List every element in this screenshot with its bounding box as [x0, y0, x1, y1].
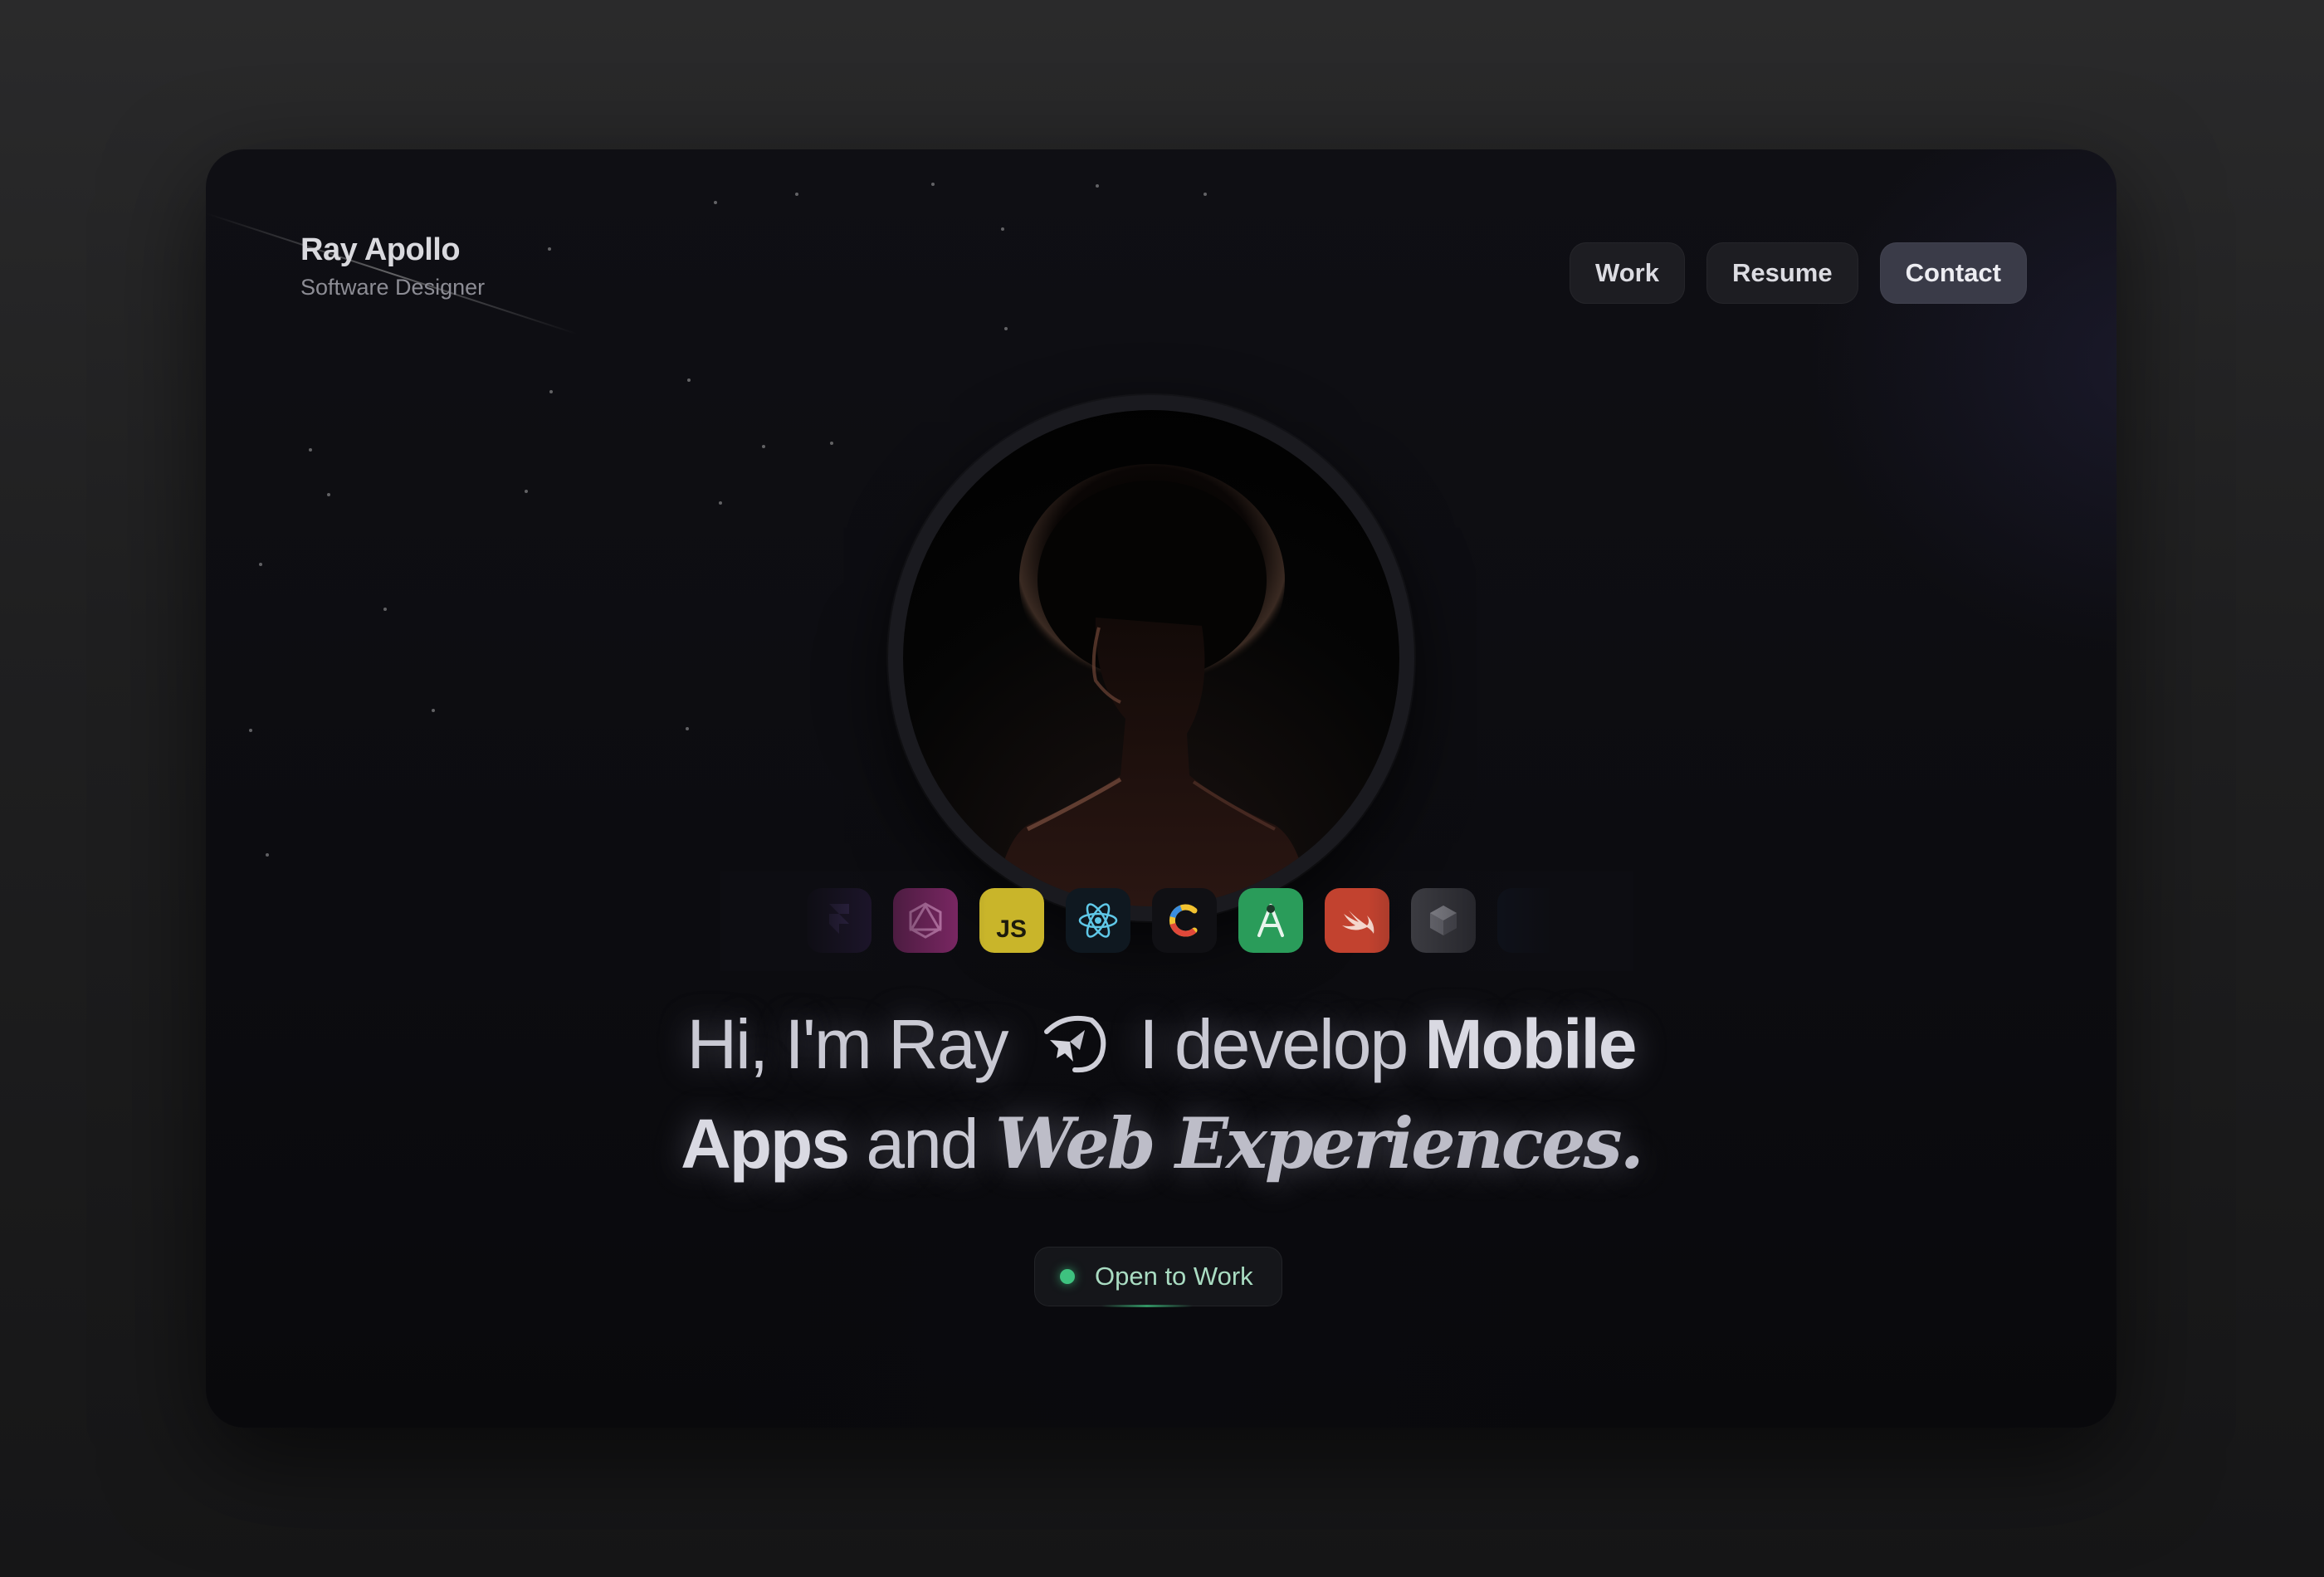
star — [1001, 227, 1004, 231]
star — [259, 563, 262, 566]
star — [1204, 193, 1207, 196]
brand-role: Software Designer — [300, 275, 486, 300]
apps-text: Apps — [681, 1105, 850, 1183]
star — [762, 445, 765, 448]
star — [548, 247, 551, 251]
star — [327, 493, 330, 496]
greeting-text: Hi, I'm Ray — [686, 1005, 1008, 1083]
c-icon — [1152, 888, 1217, 953]
rocket-icon — [1043, 1015, 1106, 1073]
hero-headline-line1: Hi, I'm Ray I develop Mobile — [206, 1004, 2116, 1085]
nav-work-button[interactable]: Work — [1570, 242, 1685, 304]
star — [1004, 327, 1008, 330]
develop-text: I develop — [1139, 1005, 1409, 1083]
star — [714, 201, 717, 204]
brand-name: Ray Apollo — [300, 232, 461, 267]
star — [719, 501, 722, 505]
strip-fade-left — [720, 872, 986, 971]
star — [687, 378, 691, 382]
hero-headline-line2: Apps and Web Experiences. — [206, 1102, 2116, 1184]
star — [525, 490, 528, 493]
star — [1096, 184, 1099, 188]
star — [249, 729, 252, 732]
nav-contact-button[interactable]: Contact — [1879, 242, 2027, 304]
react-icon — [1066, 888, 1130, 953]
star — [383, 608, 387, 611]
avatar-silhouette — [994, 464, 1310, 906]
tech-stack-strip: JS — [206, 888, 2116, 954]
star — [795, 193, 798, 196]
star — [686, 727, 689, 730]
android-studio-icon — [1238, 888, 1303, 953]
avatar-frame — [888, 395, 1414, 921]
star — [309, 448, 312, 452]
mobile-text: Mobile — [1424, 1005, 1638, 1083]
status-label: Open to Work — [1095, 1262, 1253, 1291]
status-dot-icon — [1060, 1269, 1075, 1284]
top-nav: Work Resume Contact — [1570, 242, 2027, 304]
star — [830, 442, 833, 445]
nav-resume-button[interactable]: Resume — [1706, 242, 1858, 304]
svg-text:JS: JS — [996, 915, 1027, 943]
and-text: and — [866, 1105, 979, 1183]
star — [266, 853, 269, 857]
star — [931, 183, 935, 186]
javascript-icon: JS — [979, 888, 1044, 953]
web-experiences-text: Web Experiences. — [994, 1102, 1644, 1184]
open-to-work-badge[interactable]: Open to Work — [1034, 1247, 1282, 1307]
avatar — [903, 410, 1399, 906]
hero-card: Ray Apollo Software Designer Work Resume… — [206, 149, 2116, 1428]
star — [549, 390, 553, 393]
star — [432, 709, 435, 712]
brand[interactable]: Ray Apollo Software Designer — [300, 232, 485, 300]
strip-fade-right — [1368, 872, 1633, 971]
